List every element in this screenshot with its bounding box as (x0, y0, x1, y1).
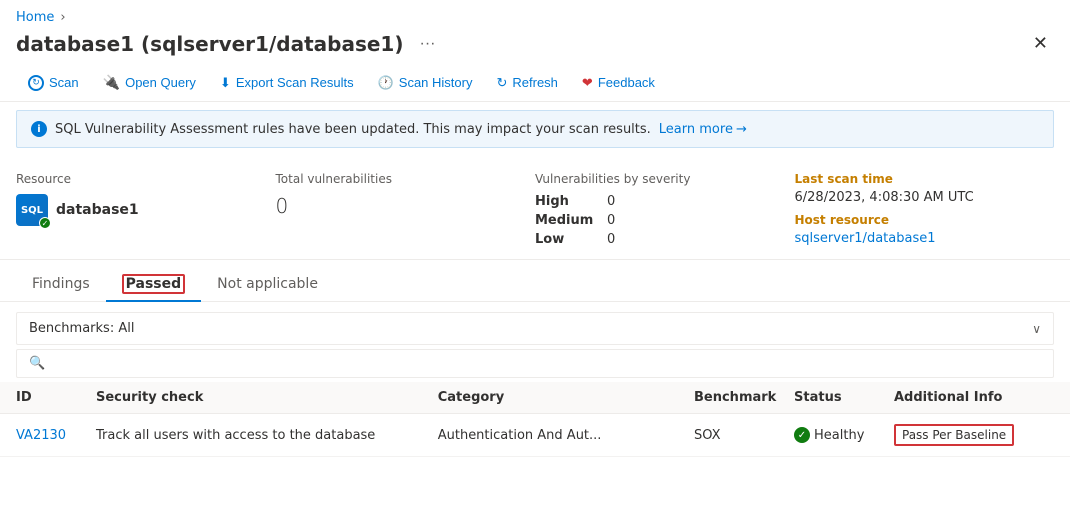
export-label: Export Scan Results (236, 75, 354, 90)
last-scan-label: Last scan time (795, 172, 1055, 186)
open-query-button[interactable]: 🔌 Open Query (91, 68, 208, 97)
severity-low-count: 0 (607, 232, 615, 247)
host-link[interactable]: sqlserver1/database1 (795, 231, 936, 246)
host-label: Host resource (795, 213, 1055, 227)
breadcrumb: Home › (0, 0, 1070, 27)
tab-not-applicable-label: Not applicable (217, 276, 318, 292)
table-row: VA2130 Track all users with access to th… (0, 414, 1070, 457)
resource-block: Resource SQL ✓ database1 (16, 172, 276, 226)
banner-text: SQL Vulnerability Assessment rules have … (55, 122, 651, 137)
metrics-row: Resource SQL ✓ database1 Total vulnerabi… (0, 156, 1070, 260)
scan-label: Scan (49, 75, 79, 90)
info-icon: i (31, 121, 47, 137)
severity-medium-row: Medium 0 (535, 213, 795, 228)
severity-high-row: High 0 (535, 194, 795, 209)
scan-history-icon: 🕐 (378, 75, 394, 91)
scan-button[interactable]: ↻ Scan (16, 69, 91, 97)
scan-info-block: Last scan time 6/28/2023, 4:08:30 AM UTC… (795, 172, 1055, 246)
close-button[interactable]: ✕ (1027, 31, 1054, 56)
resource-label: Resource (16, 172, 276, 186)
open-query-icon: 🔌 (103, 74, 120, 91)
feedback-label: Feedback (598, 75, 655, 90)
export-button[interactable]: ⬇ Export Scan Results (208, 69, 366, 97)
tab-passed[interactable]: Passed (106, 268, 202, 302)
feedback-icon: ❤ (582, 75, 593, 91)
col-info-header: Additional Info (894, 390, 1054, 405)
total-vuln-value: 0 (276, 194, 536, 218)
breadcrumb-home[interactable]: Home (16, 10, 54, 25)
table-body: VA2130 Track all users with access to th… (0, 414, 1070, 457)
tabs-row: Findings Passed Not applicable (0, 260, 1070, 302)
col-check-header: Security check (96, 390, 438, 405)
severity-label: Vulnerabilities by severity (535, 172, 795, 186)
col-bench-header: Benchmark (694, 390, 794, 405)
check-badge: ✓ (39, 217, 51, 229)
table-header: ID Security check Category Benchmark Sta… (0, 382, 1070, 414)
severity-low-row: Low 0 (535, 232, 795, 247)
search-input[interactable] (53, 356, 1041, 371)
row-additional-info: Pass Per Baseline (894, 424, 1054, 446)
pass-per-baseline-badge: Pass Per Baseline (894, 424, 1014, 446)
page-title: database1 (sqlserver1/database1) (16, 32, 403, 56)
search-row: 🔍 (16, 349, 1054, 378)
tab-findings[interactable]: Findings (16, 268, 106, 302)
chevron-down-icon: ∨ (1032, 322, 1041, 336)
severity-medium-label: Medium (535, 213, 595, 228)
status-value: Healthy (814, 428, 864, 443)
breadcrumb-separator: › (60, 10, 65, 25)
tab-findings-label: Findings (32, 276, 90, 292)
banner-learn-more[interactable]: Learn more → (659, 122, 747, 137)
info-banner: i SQL Vulnerability Assessment rules hav… (16, 110, 1054, 148)
sql-icon: SQL ✓ (16, 194, 48, 226)
row-benchmark: SOX (694, 428, 794, 443)
scan-history-button[interactable]: 🕐 Scan History (366, 69, 485, 97)
tab-not-applicable[interactable]: Not applicable (201, 268, 334, 302)
status-check-icon: ✓ (794, 427, 810, 443)
severity-grid: High 0 Medium 0 Low 0 (535, 194, 795, 247)
title-row: database1 (sqlserver1/database1) ··· ✕ (0, 27, 1070, 64)
tab-passed-box: Passed (122, 274, 186, 294)
tab-passed-label: Passed (126, 276, 182, 292)
col-status-header: Status (794, 390, 894, 405)
resource-name: database1 (56, 202, 139, 218)
ellipsis-button[interactable]: ··· (413, 33, 441, 55)
col-cat-header: Category (438, 390, 694, 405)
row-category: Authentication And Aut... (438, 428, 694, 443)
resource-value: SQL ✓ database1 (16, 194, 276, 226)
open-query-label: Open Query (125, 75, 196, 90)
row-status: ✓ Healthy (794, 427, 894, 443)
feedback-button[interactable]: ❤ Feedback (570, 69, 667, 97)
severity-block: Vulnerabilities by severity High 0 Mediu… (535, 172, 795, 247)
last-scan-value: 6/28/2023, 4:08:30 AM UTC (795, 190, 1055, 205)
scan-history-label: Scan History (399, 75, 473, 90)
export-icon: ⬇ (220, 75, 231, 91)
severity-low-label: Low (535, 232, 595, 247)
refresh-label: Refresh (512, 75, 558, 90)
scan-icon: ↻ (28, 75, 44, 91)
search-icon: 🔍 (29, 356, 45, 371)
col-id-header: ID (16, 390, 96, 405)
severity-high-count: 0 (607, 194, 615, 209)
row-id[interactable]: VA2130 (16, 428, 96, 443)
refresh-icon: ↻ (496, 75, 507, 91)
filter-label: Benchmarks: All (29, 321, 134, 336)
severity-high-label: High (535, 194, 595, 209)
filter-row[interactable]: Benchmarks: All ∨ (16, 312, 1054, 345)
refresh-button[interactable]: ↻ Refresh (484, 69, 569, 97)
severity-medium-count: 0 (607, 213, 615, 228)
total-vuln-block: Total vulnerabilities 0 (276, 172, 536, 218)
toolbar: ↻ Scan 🔌 Open Query ⬇ Export Scan Result… (0, 64, 1070, 102)
total-vuln-label: Total vulnerabilities (276, 172, 536, 186)
row-security-check: Track all users with access to the datab… (96, 428, 438, 443)
